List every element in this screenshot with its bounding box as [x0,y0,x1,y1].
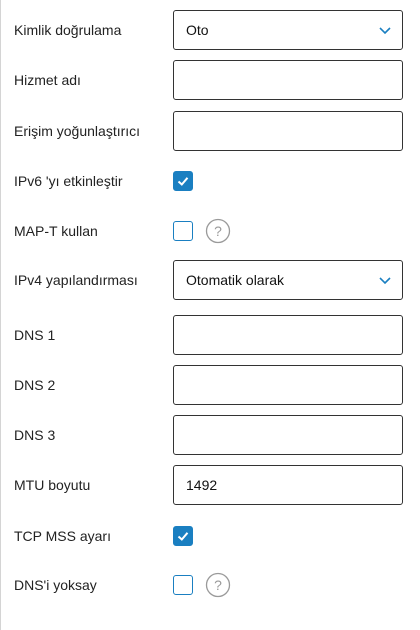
question-circle-icon[interactable]: ? [205,218,231,244]
access-concentrator-row: Erişim yoğunlaştırıcı [0,111,420,151]
mapt-checkbox[interactable] [173,221,193,241]
dns2-row: DNS 2 [0,365,420,405]
access-concentrator-input[interactable] [173,111,403,151]
auth-label: Kimlik doğrulama [14,22,122,38]
tcp-mss-label: TCP MSS ayarı [14,528,111,544]
ipv6-row: IPv6 'yı etkinleştir [0,161,420,201]
auth-row: Kimlik doğrulama Oto [0,10,420,50]
ignore-dns-checkbox[interactable] [173,575,193,595]
ipv6-checkbox[interactable] [173,171,193,191]
ipv4-config-row: IPv4 yapılandırması Otomatik olarak [0,260,420,300]
pppoe-settings-form: Kimlik doğrulama Oto Hizmet adı Erişim y… [0,0,420,630]
service-name-row: Hizmet adı [0,60,420,100]
svg-text:?: ? [214,577,222,593]
tcp-mss-row: TCP MSS ayarı [0,516,420,556]
mtu-row: MTU boyutu 1492 [0,465,420,505]
dns1-input[interactable] [173,315,403,355]
mtu-label: MTU boyutu [14,477,91,493]
dns3-row: DNS 3 [0,415,420,455]
mtu-input[interactable]: 1492 [173,465,403,505]
mtu-value: 1492 [186,477,218,493]
auth-select-value: Oto [186,22,209,38]
ignore-dns-label: DNS'i yoksay [14,577,97,593]
mapt-label: MAP-T kullan [14,223,98,239]
ipv4-config-label: IPv4 yapılandırması [14,272,138,288]
svg-text:?: ? [214,223,222,239]
dns1-label: DNS 1 [14,327,56,343]
mapt-row: MAP-T kullan ? [0,211,420,251]
checkmark-icon [177,177,189,186]
ipv4-config-select[interactable]: Otomatik olarak [173,260,403,300]
ignore-dns-row: DNS'i yoksay ? [0,565,420,605]
tcp-mss-checkbox[interactable] [173,526,193,546]
question-circle-icon[interactable]: ? [205,572,231,598]
ipv4-config-value: Otomatik olarak [186,272,285,288]
auth-select[interactable]: Oto [173,10,403,50]
dns3-label: DNS 3 [14,427,56,443]
ipv6-label: IPv6 'yı etkinleştir [14,173,123,189]
dns3-input[interactable] [173,415,403,455]
dns1-row: DNS 1 [0,315,420,355]
service-name-input[interactable] [173,60,403,100]
access-concentrator-label: Erişim yoğunlaştırıcı [14,123,141,139]
dns2-input[interactable] [173,365,403,405]
chevron-down-icon [379,277,391,285]
chevron-down-icon [379,27,391,35]
checkmark-icon [177,532,189,541]
dns2-label: DNS 2 [14,377,56,393]
service-name-label: Hizmet adı [14,72,81,88]
